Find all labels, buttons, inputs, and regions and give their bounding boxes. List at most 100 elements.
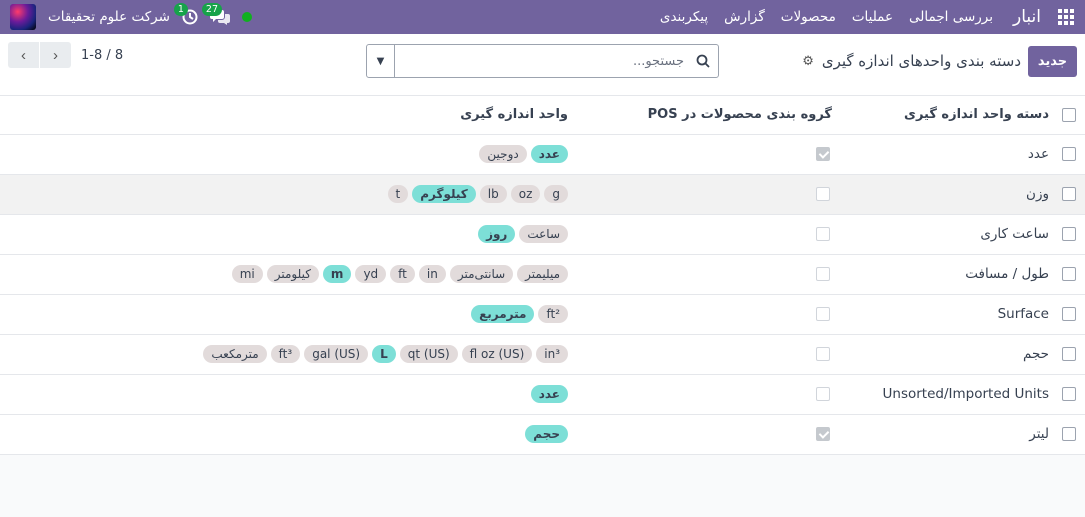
- uom-tags-cell: in³ fl oz (US) qt (US) Lgal (US) ft³ مترمکعب: [0, 334, 579, 375]
- row-checkbox[interactable]: [1062, 347, 1076, 361]
- messages-button[interactable]: 27: [201, 3, 230, 25]
- uom-category-table: دسته واحد اندازه گیری گروه بندی محصولات …: [0, 96, 1085, 455]
- menu-operations[interactable]: عملیات: [852, 9, 893, 25]
- table-row[interactable]: وزن g oz lb کیلوگرم t: [0, 174, 1085, 215]
- table-row[interactable]: طول / مسافت میلیمتر سانتی‌متر in ft yd m کیلومت…: [0, 254, 1085, 295]
- header-name[interactable]: دسته واحد اندازه گیری: [832, 96, 1055, 135]
- table-row[interactable]: ساعت کاری ساعت روز: [0, 214, 1085, 255]
- uom-tag: fl oz (US): [461, 345, 533, 363]
- row-select-cell: [1055, 334, 1085, 375]
- uom-tag-list: میلیمتر سانتی‌متر in ft yd m کیلومتر mi: [0, 265, 568, 283]
- pos-group-cell: [579, 174, 832, 215]
- uom-tag: ft: [390, 265, 415, 283]
- category-name: وزن: [832, 174, 1055, 215]
- search-icon[interactable]: [688, 54, 718, 68]
- row-select-cell: [1055, 174, 1085, 215]
- pos-group-checkbox: [816, 267, 830, 281]
- apps-grid-icon[interactable]: [1057, 8, 1075, 26]
- uom-tag: g: [544, 185, 568, 203]
- row-checkbox[interactable]: [1062, 147, 1076, 161]
- row-checkbox[interactable]: [1062, 187, 1076, 201]
- pos-group-cell: [579, 334, 832, 375]
- row-checkbox[interactable]: [1062, 427, 1076, 441]
- activity-count-badge: 1: [173, 3, 188, 16]
- uom-tags-cell: ft² مترمربع: [0, 294, 579, 335]
- row-select-cell: [1055, 254, 1085, 295]
- new-button[interactable]: جدید: [1028, 46, 1077, 77]
- uom-tag-reference: m: [322, 265, 352, 283]
- search-options-toggle[interactable]: ▼: [367, 45, 395, 77]
- presence-status-icon: [241, 12, 252, 22]
- pager-previous-button[interactable]: ‹: [8, 42, 39, 68]
- row-checkbox[interactable]: [1062, 387, 1076, 401]
- category-name: طول / مسافت: [832, 254, 1055, 295]
- pos-group-checkbox: [816, 427, 830, 441]
- chevron-left-icon: ‹: [21, 46, 26, 64]
- app-name[interactable]: انبار: [1013, 7, 1041, 27]
- uom-tag-list: عدد دوجین: [0, 145, 568, 163]
- menu-reporting[interactable]: گزارش: [724, 9, 765, 25]
- uom-tags-cell: حجم: [0, 414, 579, 455]
- pos-group-checkbox: [816, 387, 830, 401]
- header-uom[interactable]: واحد اندازه گیری: [0, 96, 579, 135]
- pos-group-checkbox: [816, 147, 830, 161]
- company-logo[interactable]: [10, 4, 36, 30]
- uom-tag-reference: عدد: [530, 145, 568, 163]
- uom-tag: yd: [355, 265, 387, 283]
- search-box: ▼: [366, 44, 719, 78]
- table-row[interactable]: حجم in³ fl oz (US) qt (US) Lgal (US) ft³ مترمک…: [0, 334, 1085, 375]
- menu-overview[interactable]: بررسی اجمالی: [909, 9, 993, 25]
- activities-button[interactable]: 1: [173, 3, 198, 25]
- uom-tag-reference: روز: [478, 225, 516, 243]
- gear-icon[interactable]: ⚙: [802, 54, 814, 69]
- uom-tag: gal (US): [304, 345, 369, 363]
- pager: ‹ › 1-8 / 8: [8, 42, 123, 68]
- row-select-cell: [1055, 414, 1085, 455]
- row-select-cell: [1055, 214, 1085, 255]
- table-row[interactable]: Surface ft² مترمربع: [0, 294, 1085, 335]
- menu-products[interactable]: محصولات: [781, 9, 836, 25]
- systray: 27 1 شرکت علوم تحقیقات: [10, 3, 252, 30]
- pager-value[interactable]: 1-8 / 8: [81, 48, 123, 63]
- uom-tag-list: حجم: [0, 425, 568, 443]
- table-header-row: دسته واحد اندازه گیری گروه بندی محصولات …: [0, 96, 1085, 135]
- category-name: لیتر: [832, 414, 1055, 455]
- table-row[interactable]: Unsorted/Imported Units عدد: [0, 374, 1085, 415]
- uom-tags-cell: میلیمتر سانتی‌متر in ft yd m کیلومتر mi: [0, 254, 579, 295]
- select-all-checkbox[interactable]: [1062, 107, 1076, 122]
- row-select-cell: [1055, 134, 1085, 175]
- uom-tag: میلیمتر: [517, 265, 568, 283]
- pos-group-cell: [579, 214, 832, 255]
- row-select-cell: [1055, 294, 1085, 335]
- uom-tag-reference: حجم: [525, 425, 568, 443]
- category-name: حجم: [832, 334, 1055, 375]
- uom-tag: in³: [536, 345, 568, 363]
- row-checkbox[interactable]: [1062, 307, 1076, 321]
- uom-tag-list: ساعت روز: [0, 225, 568, 243]
- table-row[interactable]: لیتر حجم: [0, 414, 1085, 455]
- control-panel: جدید دسته بندی واحدهای اندازه گیری ⚙ ▼ ‹…: [0, 34, 1085, 96]
- row-checkbox[interactable]: [1062, 267, 1076, 281]
- uom-tag-reference: L: [372, 345, 396, 363]
- table-row[interactable]: عدد عدد دوجین: [0, 134, 1085, 175]
- uom-tag-reference: مترمربع: [471, 305, 535, 323]
- uom-tag: دوجین: [479, 145, 527, 163]
- row-checkbox[interactable]: [1062, 227, 1076, 241]
- select-all-cell: [1055, 96, 1085, 135]
- pos-group-cell: [579, 254, 832, 295]
- search-input[interactable]: [395, 45, 688, 77]
- nav-menu: بررسی اجمالی عملیات محصولات گزارش پیکربن…: [660, 9, 993, 25]
- header-pos[interactable]: گروه بندی محصولات در POS: [579, 96, 832, 135]
- menu-configuration[interactable]: پیکربندی: [660, 9, 708, 25]
- uom-tag: in: [418, 265, 446, 283]
- pos-group-cell: [579, 294, 832, 335]
- uom-tag-reference: عدد: [530, 385, 568, 403]
- category-name: Unsorted/Imported Units: [832, 374, 1055, 415]
- pager-next-button[interactable]: ›: [40, 42, 71, 68]
- company-name[interactable]: شرکت علوم تحقیقات: [48, 9, 170, 25]
- uom-tag-list: ft² مترمربع: [0, 305, 568, 323]
- caret-down-icon: ▼: [376, 55, 385, 67]
- top-navbar: انبار بررسی اجمالی عملیات محصولات گزارش …: [0, 0, 1085, 34]
- category-name: Surface: [832, 294, 1055, 335]
- uom-tag: lb: [479, 185, 507, 203]
